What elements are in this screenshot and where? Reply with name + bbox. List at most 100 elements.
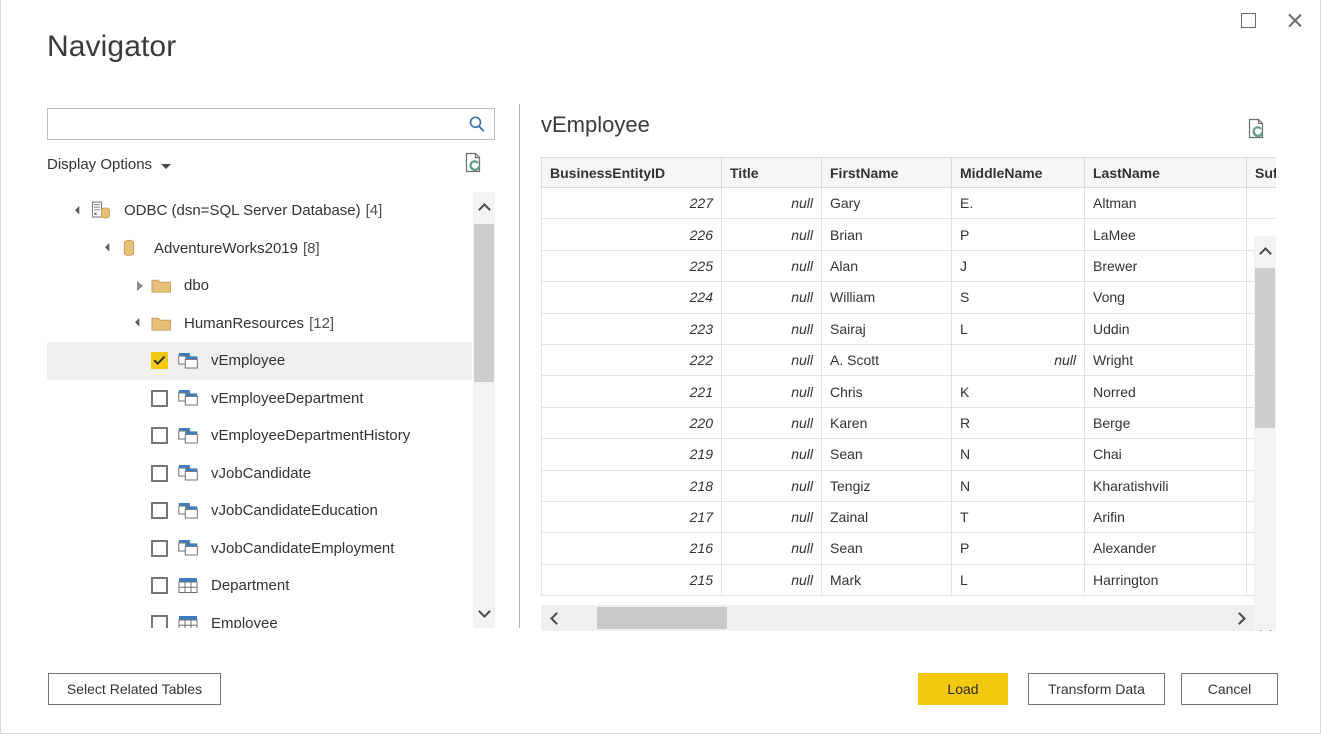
column-header-title[interactable]: Title [722,158,822,188]
scroll-left-button[interactable] [541,605,567,631]
tree-item-checkbox[interactable] [151,465,168,482]
cell-middlename: P [952,219,1085,250]
tree-item-vemployeedepartment[interactable]: vEmployeeDepartment [47,380,472,418]
tree-item-vjobcandidateemployment[interactable]: vJobCandidateEmployment [47,530,472,568]
cell-middlename: N [952,470,1085,501]
scroll-up-button[interactable] [473,192,495,222]
grid-horizontal-scrollbar[interactable] [541,605,1254,631]
cell-middlename: S [952,282,1085,313]
scrollbar-thumb[interactable] [474,224,494,382]
column-header-lastname[interactable]: LastName [1085,158,1247,188]
tree-item-count: [12] [309,315,334,332]
column-header-firstname[interactable]: FirstName [822,158,952,188]
tree-vertical-scrollbar[interactable] [473,192,495,628]
load-button[interactable]: Load [918,673,1008,705]
restore-button[interactable] [1226,4,1271,36]
search-box[interactable] [47,108,495,140]
cell-title: null [722,344,822,375]
column-header-businessentityid[interactable]: BusinessEntityID [542,158,722,188]
expander-expanded-icon[interactable] [129,305,151,343]
cell-middlename: N [952,439,1085,470]
scroll-down-button[interactable] [473,598,495,628]
tree-item-checkbox[interactable] [151,502,168,519]
expander-expanded-icon[interactable] [69,192,91,230]
cell-middlename: L [952,564,1085,595]
tree-item-vjobcandidateeducation[interactable]: vJobCandidateEducation [47,492,472,530]
scrollbar-thumb[interactable] [597,607,727,629]
cell-middlename: R [952,407,1085,438]
scrollbar-thumb[interactable] [1255,268,1275,428]
cell-middlename: null [952,344,1085,375]
cell-businessentityid: 223 [542,313,722,344]
tree-item-employee[interactable]: Employee [47,605,472,629]
search-icon[interactable] [460,109,494,139]
tree-items: ODBC (dsn=SQL Server Database) [4] Adven… [47,192,472,628]
table-row[interactable]: 227 null Gary E. Altman [542,188,1277,219]
table-row[interactable]: 225 null Alan J Brewer [542,250,1277,281]
tree-item-checkbox[interactable] [151,427,168,444]
table-row[interactable]: 222 null A. Scott null Wright [542,344,1277,375]
table-row[interactable]: 219 null Sean N Chai [542,439,1277,470]
close-button[interactable] [1271,4,1316,36]
table-row[interactable]: 223 null Sairaj L Uddin [542,313,1277,344]
tree-item-vemployeedepartmenthistory[interactable]: vEmployeeDepartmentHistory [47,417,472,455]
expander-collapsed-icon[interactable] [129,267,151,305]
scroll-right-button[interactable] [1228,605,1254,631]
tree-item-checkbox[interactable] [151,540,168,557]
search-input[interactable] [48,109,460,139]
cell-firstname: Gary [822,188,952,219]
cell-lastname: Harrington [1085,564,1247,595]
cell-title: null [722,533,822,564]
select-related-tables-button[interactable]: Select Related Tables [48,673,221,705]
tree-item-department[interactable]: Department [47,567,472,605]
tree-item-vjobcandidate[interactable]: vJobCandidate [47,455,472,493]
cell-lastname: Norred [1085,376,1247,407]
transform-data-button[interactable]: Transform Data [1028,673,1165,705]
tree-item-label: vEmployeeDepartmentHistory [211,427,410,444]
tree-item-humanresources[interactable]: HumanResources [12] [47,305,472,343]
tree-item-checkbox[interactable] [151,577,168,594]
refresh-preview-icon[interactable] [1246,118,1268,142]
restore-icon [1241,13,1256,28]
preview-title: vEmployee [541,112,650,138]
tree-item-dbo[interactable]: dbo [47,267,472,305]
table-row[interactable]: 217 null Zainal T Arifin [542,501,1277,532]
tree-item-checkbox[interactable] [151,390,168,407]
grid-vertical-scrollbar[interactable] [1254,236,1276,631]
scroll-up-button[interactable] [1254,236,1276,266]
table-row[interactable]: 220 null Karen R Berge [542,407,1277,438]
tree-item-count: [8] [303,240,320,257]
table-row[interactable]: 226 null Brian P LaMee [542,219,1277,250]
cell-firstname: Sean [822,439,952,470]
tree-item-vemployee[interactable]: vEmployee [47,342,472,380]
tree-item-checkbox[interactable] [151,352,168,369]
expander-expanded-icon[interactable] [99,230,121,268]
tree-item-label: vEmployee [211,352,285,369]
refresh-preview-icon[interactable] [463,152,485,176]
cell-lastname: LaMee [1085,219,1247,250]
table-row[interactable]: 221 null Chris K Norred [542,376,1277,407]
cell-title: null [722,313,822,344]
cell-businessentityid: 222 [542,344,722,375]
tree-item-odbc[interactable]: ODBC (dsn=SQL Server Database) [4] [47,192,472,230]
display-options-button[interactable]: Display Options [47,156,171,173]
tree-item-checkbox[interactable] [151,615,168,628]
view-icon [178,463,200,483]
table-row[interactable]: 216 null Sean P Alexander [542,533,1277,564]
table-row[interactable]: 218 null Tengiz N Kharatishvili [542,470,1277,501]
tree-item-adventureworks2019[interactable]: AdventureWorks2019 [8] [47,230,472,268]
column-header-suffix[interactable]: Suffix [1247,158,1277,188]
cancel-button[interactable]: Cancel [1181,673,1278,705]
tree-item-label: Department [211,577,289,594]
cell-suffix [1247,188,1277,219]
scroll-down-button[interactable] [1254,618,1276,631]
table-row[interactable]: 215 null Mark L Harrington [542,564,1277,595]
window-controls [1226,0,1316,40]
table-body: 227 null Gary E. Altman 226 null Brian P… [542,188,1277,596]
table-icon [178,576,200,596]
tree-item-label: vEmployeeDepartment [211,390,364,407]
column-header-middlename[interactable]: MiddleName [952,158,1085,188]
tree-item-count: [4] [366,202,383,219]
table-row[interactable]: 224 null William S Vong [542,282,1277,313]
cell-middlename: J [952,250,1085,281]
